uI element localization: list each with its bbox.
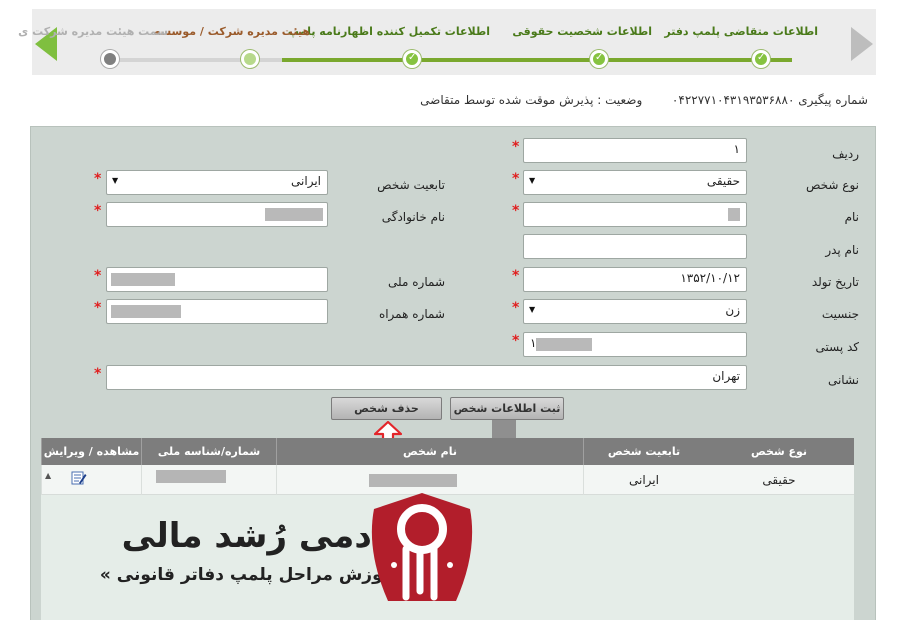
gender-label: جنسیت	[821, 307, 859, 321]
wizard-prev-arrow-icon[interactable]	[851, 27, 873, 61]
redacted-value	[536, 338, 592, 351]
birth-date-field[interactable]: ۱۳۵۲/۱۰/۱۲	[523, 267, 747, 292]
redacted-value	[728, 208, 740, 221]
academy-logo-icon	[371, 493, 473, 601]
edit-icon[interactable]	[71, 470, 87, 486]
required-marker: *	[512, 268, 520, 284]
father-name-label: نام پدر	[825, 243, 859, 257]
father-name-field[interactable]	[523, 234, 747, 259]
last-name-field[interactable]	[106, 202, 328, 227]
person-type-select[interactable]: حقیقی	[523, 170, 747, 195]
birth-date-label: تاریخ تولد	[811, 275, 859, 289]
wizard-track-complete	[282, 58, 792, 62]
required-marker: *	[94, 203, 102, 219]
redacted-value	[111, 273, 175, 286]
academy-watermark: آکادمی رُشد مالی « آموزش مراحل پلمپ دفات…	[58, 485, 848, 620]
step-pending-dot-icon	[101, 50, 119, 68]
required-marker: *	[512, 333, 520, 349]
postal-code-label: کد پستی	[815, 340, 860, 354]
postal-code-field[interactable]: ۱	[523, 332, 747, 357]
required-marker: *	[94, 268, 102, 284]
required-marker: *	[94, 300, 102, 316]
tracking-number-label: شماره پیگیری	[798, 93, 868, 107]
col-national-id[interactable]: شماره/شناسه ملی	[141, 438, 276, 465]
nationality-label: تابعیت شخص	[377, 178, 445, 192]
col-person-type[interactable]: نوع شخص	[704, 438, 854, 465]
wizard-step-declarant[interactable]: اطلاعات تکمیل کننده اظهارنامه پلمپ	[288, 25, 490, 38]
required-marker: *	[512, 171, 520, 187]
tracking-status-line: شماره پیگیری ۰۴۲۲۷۷۱۰۴۳۱۹۳۵۳۶۸۸۰ وضعیت :…	[420, 93, 868, 107]
required-marker: *	[512, 139, 520, 155]
redacted-value	[156, 470, 226, 483]
row-number-field[interactable]: ۱	[523, 138, 747, 163]
address-field[interactable]: تهران	[106, 365, 747, 390]
address-label: نشانی	[827, 373, 859, 387]
required-marker: *	[512, 300, 520, 316]
last-name-label: نام خانوادگی	[381, 210, 445, 224]
mobile-field[interactable]	[106, 299, 328, 324]
redacted-value	[265, 208, 323, 221]
first-name-field[interactable]	[523, 202, 747, 227]
table-header: نوع شخص تابعیت شخص نام شخص شماره/شناسه م…	[41, 438, 854, 465]
row-number-label: ردیف	[832, 147, 859, 161]
required-marker: *	[94, 366, 102, 382]
required-marker: *	[94, 171, 102, 187]
step-complete-check-icon: ✓	[752, 50, 770, 68]
wizard-step-board[interactable]: هیئت مدیره شرکت / موسسه	[154, 25, 310, 38]
tracking-number-value: ۰۴۲۲۷۷۱۰۴۳۱۹۳۵۳۶۸۸۰	[671, 93, 795, 107]
col-nationality[interactable]: تابعیت شخص	[583, 438, 704, 465]
save-person-button[interactable]: ثبت اطلاعات شخص	[450, 397, 564, 420]
redacted-value	[111, 305, 181, 318]
scroll-up-arrow-icon[interactable]: ▲	[45, 471, 51, 480]
col-person-name[interactable]: نام شخص	[276, 438, 583, 465]
required-marker: *	[512, 203, 520, 219]
person-type-label: نوع شخص	[805, 178, 859, 192]
mobile-label: شماره همراه	[378, 307, 445, 321]
gender-select[interactable]: زن	[523, 299, 747, 324]
wizard-step-board-positions[interactable]: سمت هیئت مدیره شرکت ی	[18, 25, 168, 38]
national-code-field[interactable]	[106, 267, 328, 292]
request-state-text: وضعیت : پذیرش موقت شده توسط متقاضی	[420, 93, 643, 107]
first-name-label: نام	[844, 210, 859, 224]
delete-person-button[interactable]: حذف شخص	[331, 397, 442, 420]
national-code-label: شماره ملی	[388, 275, 445, 289]
col-view-edit[interactable]: مشاهده / ویرایش	[41, 438, 141, 465]
step-complete-check-icon: ✓	[403, 50, 421, 68]
wizard-step-applicant[interactable]: اطلاعات متقاضی پلمپ دفتر	[664, 25, 818, 38]
wizard-step-legal-entity[interactable]: اطلاعات شخصیت حقوقی	[512, 25, 652, 38]
step-current-dot-icon	[241, 50, 259, 68]
step-complete-check-icon: ✓	[590, 50, 608, 68]
nationality-select[interactable]: ایرانی	[106, 170, 328, 195]
wizard-progress-bar: اطلاعات متقاضی پلمپ دفتر ✓ اطلاعات شخصیت…	[18, 9, 876, 75]
